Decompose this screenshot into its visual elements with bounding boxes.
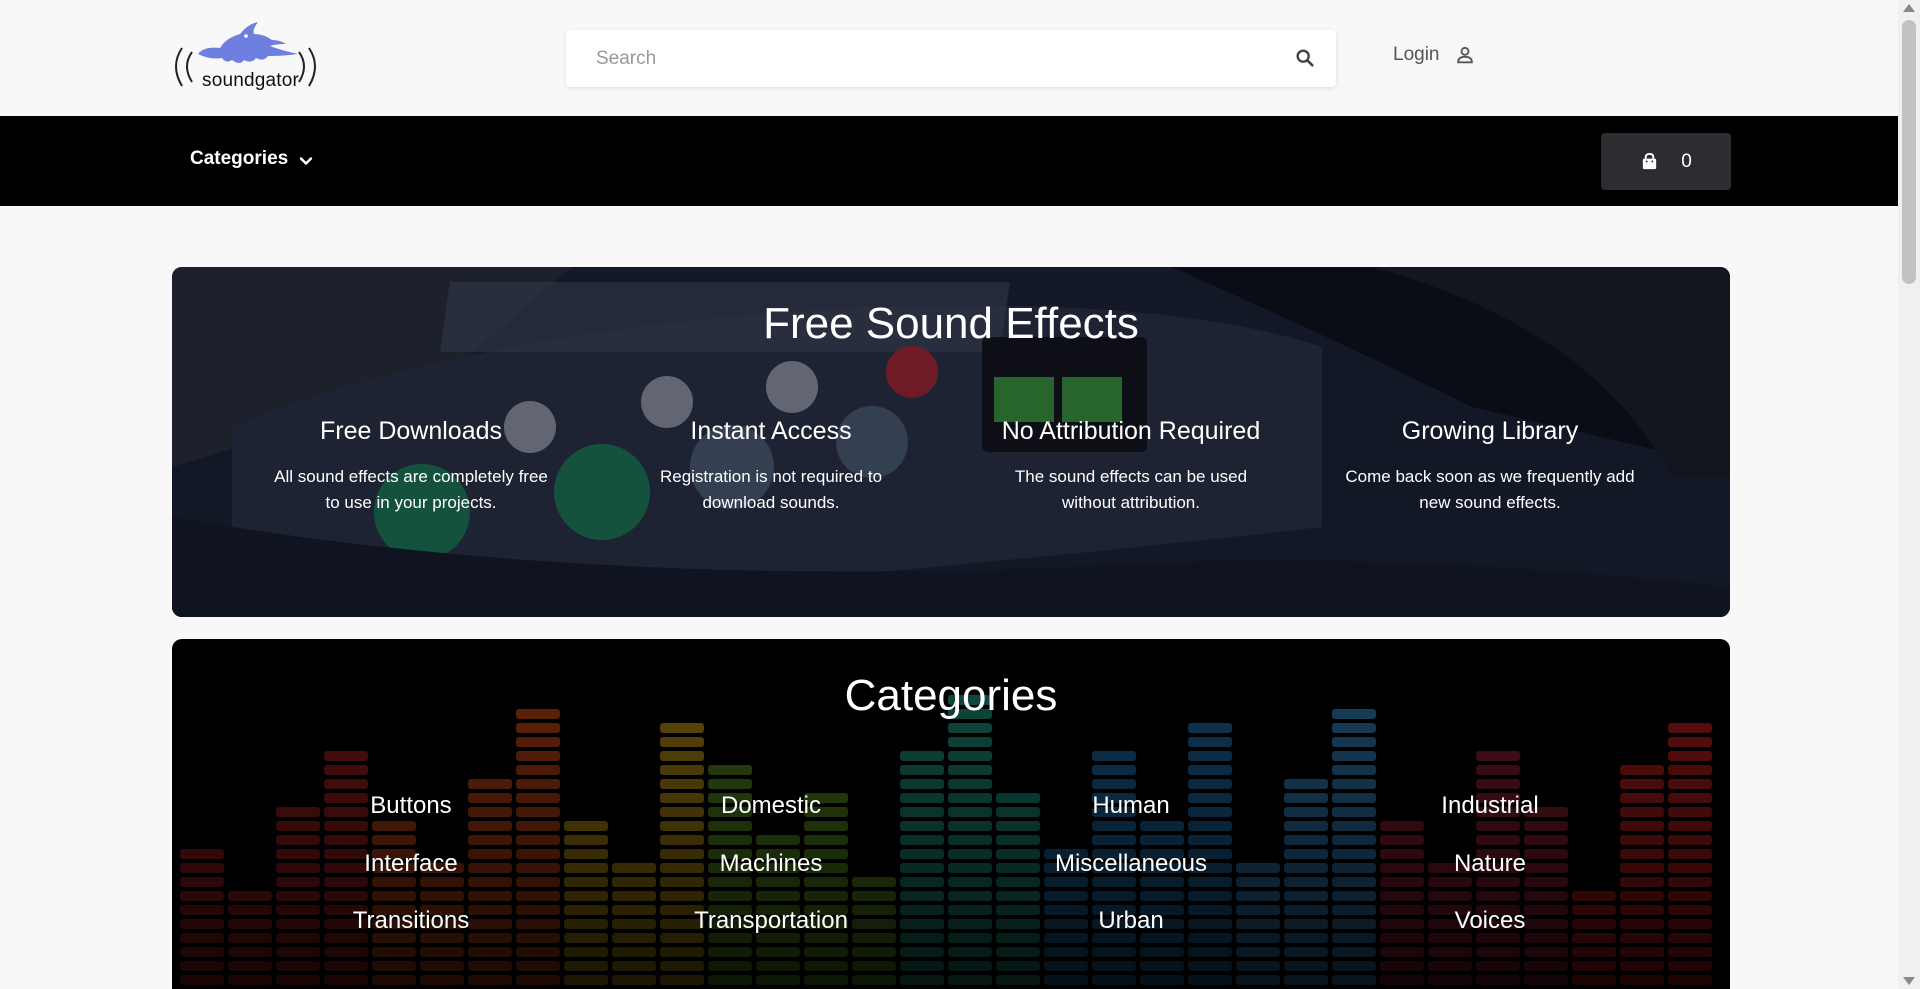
search-icon[interactable] [1294, 47, 1316, 69]
feature-text-line2: download sounds. [702, 493, 840, 512]
feature-title: Instant Access [690, 417, 852, 445]
categories-dropdown-label: Categories [190, 148, 289, 169]
scroll-down-arrow-icon[interactable] [1903, 977, 1915, 985]
feature-instant-access: Instant Access Registration is not requi… [621, 417, 921, 516]
logo-text: soundgator [202, 70, 300, 91]
site-header: soundgator Login [0, 0, 1898, 116]
feature-text-line1: Come back soon as we frequently add [1345, 467, 1635, 486]
feature-text-line2: without attribution. [1062, 493, 1200, 512]
feature-title: Free Downloads [319, 417, 503, 445]
chevron-down-icon [300, 157, 313, 165]
search-bar [566, 30, 1336, 87]
feature-text-line1: The sound effects can be used [1014, 467, 1248, 486]
categories-dropdown[interactable]: Categories [190, 148, 314, 170]
user-icon [1456, 46, 1473, 64]
categories-section: Categories Buttons Domestic Human Indust… [172, 639, 1730, 989]
category-link-transportation[interactable]: Transportation [621, 907, 921, 935]
feature-text-line2: to use in your projects. [325, 493, 497, 512]
feature-title: No Attribution Required [1001, 417, 1261, 445]
category-link-industrial[interactable]: Industrial [1340, 792, 1640, 820]
feature-free-downloads: Free Downloads All sound effects are com… [261, 417, 561, 516]
login-label: Login [1393, 44, 1440, 65]
category-link-interface[interactable]: Interface [261, 850, 561, 878]
search-input[interactable] [566, 30, 1266, 87]
hero-banner: Free Sound Effects Free Downloads All so… [172, 267, 1730, 617]
scrollbar-thumb[interactable] [1902, 20, 1916, 284]
category-link-buttons[interactable]: Buttons [261, 792, 561, 820]
main-navbar: Categories 0 [0, 116, 1898, 206]
feature-text-line2: new sound effects. [1419, 493, 1561, 512]
category-link-voices[interactable]: Voices [1340, 907, 1640, 935]
hero-title: Free Sound Effects [763, 299, 1139, 348]
category-link-transitions[interactable]: Transitions [261, 907, 561, 935]
login-link[interactable]: Login [1393, 44, 1476, 66]
category-link-human[interactable]: Human [981, 792, 1281, 820]
page-scrollbar[interactable] [1898, 0, 1920, 989]
soundgator-logo[interactable]: soundgator [168, 20, 333, 96]
category-link-nature[interactable]: Nature [1340, 850, 1640, 878]
feature-no-attribution: No Attribution Required The sound effect… [981, 417, 1281, 516]
feature-text-line1: Registration is not required to [659, 467, 883, 486]
shopping-bag-icon [1643, 152, 1657, 170]
scroll-up-arrow-icon[interactable] [1903, 4, 1915, 12]
category-link-domestic[interactable]: Domestic [621, 792, 921, 820]
category-link-miscellaneous[interactable]: Miscellaneous [981, 850, 1281, 878]
category-link-machines[interactable]: Machines [621, 850, 921, 878]
feature-text-line1: All sound effects are completely free [274, 467, 548, 486]
categories-title: Categories [844, 671, 1058, 720]
cart-button[interactable]: 0 [1601, 133, 1731, 190]
feature-title: Growing Library [1401, 417, 1579, 445]
feature-growing-library: Growing Library Come back soon as we fre… [1340, 417, 1640, 516]
cart-count: 0 [1681, 150, 1692, 172]
category-link-urban[interactable]: Urban [981, 907, 1281, 935]
